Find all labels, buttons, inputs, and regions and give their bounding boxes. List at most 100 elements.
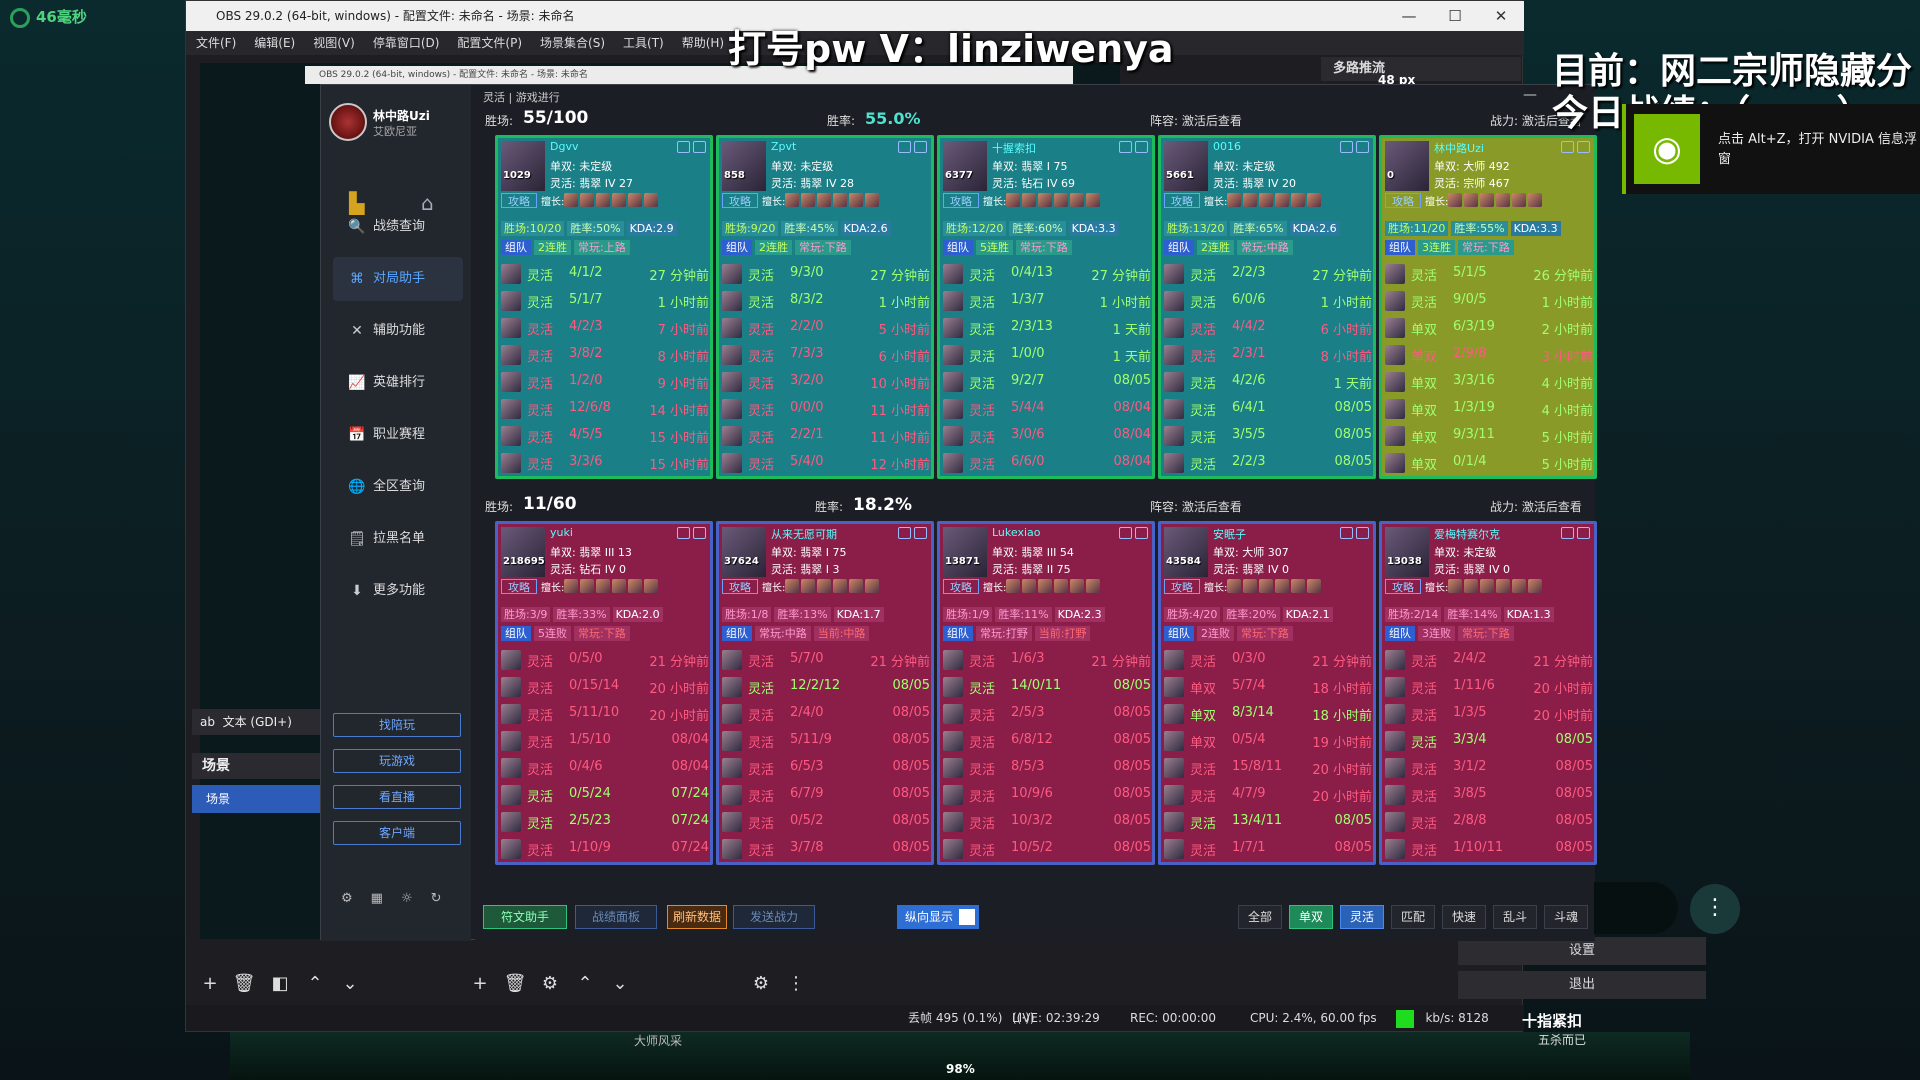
strategy-button[interactable]: 攻略 bbox=[1385, 579, 1421, 594]
list-item[interactable]: 灵活 6/6/0 08/04 bbox=[943, 449, 1152, 476]
player-name[interactable]: Zpvt bbox=[771, 140, 796, 153]
copy-icon[interactable] bbox=[1561, 141, 1574, 153]
list-item[interactable]: 灵活 1/7/1 08/05 bbox=[1164, 835, 1373, 862]
list-item[interactable]: 灵活 2/2/3 27 分钟前 bbox=[1164, 260, 1373, 287]
mode-filter-3[interactable]: 匹配 bbox=[1391, 905, 1435, 929]
list-item[interactable]: 灵活 3/5/5 08/05 bbox=[1164, 422, 1373, 449]
list-item[interactable]: 灵活 4/2/6 1 天前 bbox=[1164, 368, 1373, 395]
list-item[interactable]: 灵活 3/3/6 15 小时前 bbox=[501, 449, 710, 476]
list-item[interactable]: 灵活 1/10/11 08/05 bbox=[1385, 835, 1594, 862]
copy-icon[interactable] bbox=[898, 141, 911, 153]
list-item[interactable]: 灵活 10/5/2 08/05 bbox=[943, 835, 1152, 862]
list-item[interactable]: 灵活 6/7/9 08/05 bbox=[722, 781, 931, 808]
strategy-button[interactable]: 攻略 bbox=[1164, 579, 1200, 594]
maximize-button[interactable]: ☐ bbox=[1432, 1, 1478, 31]
list-item[interactable]: 单双 2/9/8 3 小时前 bbox=[1385, 341, 1594, 368]
list-item[interactable]: 灵活 3/0/6 08/04 bbox=[943, 422, 1152, 449]
detail-icon[interactable] bbox=[1135, 141, 1148, 153]
player-name[interactable]: 0016 bbox=[1213, 140, 1241, 153]
mode-filter-5[interactable]: 乱斗 bbox=[1493, 905, 1537, 929]
sidebar-item[interactable]: ⌘ 对局助手 bbox=[333, 257, 463, 301]
list-item[interactable]: 灵活 2/2/1 11 小时前 bbox=[722, 422, 931, 449]
add-source-button[interactable]: + bbox=[466, 973, 494, 997]
footer-button[interactable]: 发送战力 bbox=[733, 905, 815, 929]
list-item[interactable]: 灵活 0/5/2 08/05 bbox=[722, 808, 931, 835]
list-item[interactable]: 灵活 5/1/7 1 小时前 bbox=[501, 287, 710, 314]
list-item[interactable]: 灵活 13/4/11 08/05 bbox=[1164, 808, 1373, 835]
menu-item[interactable]: 编辑(E) bbox=[254, 31, 295, 55]
source-item[interactable]: ab 文本 (GDI+) bbox=[192, 709, 322, 735]
list-item[interactable]: 灵活 6/0/6 1 小时前 bbox=[1164, 287, 1373, 314]
detail-icon[interactable] bbox=[914, 527, 927, 539]
list-item[interactable]: 灵活 4/2/3 7 小时前 bbox=[501, 314, 710, 341]
list-item[interactable]: 灵活 1/5/10 08/04 bbox=[501, 727, 710, 754]
list-item[interactable]: 灵活 8/3/2 1 小时前 bbox=[722, 287, 931, 314]
strategy-button[interactable]: 攻略 bbox=[501, 193, 537, 208]
source-settings-icon[interactable]: ⚙ bbox=[536, 973, 564, 997]
list-item[interactable]: 灵活 5/11/9 08/05 bbox=[722, 727, 931, 754]
list-item[interactable]: 灵活 6/5/3 08/05 bbox=[722, 754, 931, 781]
menu-item[interactable]: 工具(T) bbox=[623, 31, 664, 55]
list-item[interactable]: 单双 0/5/4 19 小时前 bbox=[1164, 727, 1373, 754]
list-item[interactable]: 单双 5/7/4 18 小时前 bbox=[1164, 673, 1373, 700]
list-item[interactable]: 灵活 1/6/3 21 分钟前 bbox=[943, 646, 1152, 673]
list-item[interactable]: 灵活 0/0/0 11 小时前 bbox=[722, 395, 931, 422]
player-card[interactable]: 6377 十握索扣 单双: 翡翠 I 75 灵活: 钻石 IV 69 攻略 擅长: 胜场:1… bbox=[937, 135, 1155, 479]
list-item[interactable]: 单双 9/3/11 5 小时前 bbox=[1385, 422, 1594, 449]
footer-button[interactable]: 战绩面板 bbox=[575, 905, 657, 929]
list-item[interactable]: 灵活 7/3/3 6 小时前 bbox=[722, 341, 931, 368]
mode-filter-1[interactable]: 单双 bbox=[1289, 905, 1333, 929]
list-item[interactable]: 灵活 3/8/5 08/05 bbox=[1385, 781, 1594, 808]
mode-filter-4[interactable]: 快速 bbox=[1442, 905, 1486, 929]
obs-settings-button[interactable]: 设置 bbox=[1458, 937, 1706, 965]
sidebar-item[interactable]: ✕ 辅助功能 bbox=[333, 309, 463, 353]
app-minimize-button[interactable]: — bbox=[1523, 87, 1537, 103]
list-item[interactable]: 灵活 3/1/2 08/05 bbox=[1385, 754, 1594, 781]
detail-icon[interactable] bbox=[693, 527, 706, 539]
scene-item[interactable]: 场景 bbox=[192, 785, 322, 813]
grid-icon[interactable]: ▦ bbox=[371, 891, 383, 911]
list-item[interactable]: 灵活 1/2/0 9 小时前 bbox=[501, 368, 710, 395]
mixer-menu-icon[interactable]: ⋮ bbox=[782, 973, 810, 997]
list-item[interactable]: 单双 0/1/4 5 小时前 bbox=[1385, 449, 1594, 476]
menu-item[interactable]: 停靠窗口(D) bbox=[373, 31, 440, 55]
obs-exit-button[interactable]: 退出 bbox=[1458, 971, 1706, 999]
sidebar-item[interactable]: 📅 职业赛程 bbox=[333, 413, 463, 457]
side-button[interactable]: 找陪玩 bbox=[333, 713, 461, 737]
player-card[interactable]: 13038 爱梅特赛尔克 单双: 未定级 灵活: 翡翠 IV 0 攻略 擅长: 胜场:2/1… bbox=[1379, 521, 1597, 865]
menu-item[interactable]: 帮助(H) bbox=[682, 31, 724, 55]
list-item[interactable]: 灵活 0/5/0 21 分钟前 bbox=[501, 646, 710, 673]
list-item[interactable]: 单双 8/3/14 18 小时前 bbox=[1164, 700, 1373, 727]
sidebar-item[interactable]: ⬇ 更多功能 bbox=[333, 569, 463, 613]
player-card[interactable]: 858 Zpvt 单双: 未定级 灵活: 翡翠 IV 28 攻略 擅长: 胜场:9/20 胜率… bbox=[716, 135, 934, 479]
side-button[interactable]: 玩游戏 bbox=[333, 749, 461, 773]
list-item[interactable]: 灵活 5/4/0 12 小时前 bbox=[722, 449, 931, 476]
player-name[interactable]: 爱梅特赛尔克 bbox=[1434, 526, 1500, 542]
list-item[interactable]: 灵活 5/7/0 21 分钟前 bbox=[722, 646, 931, 673]
detail-icon[interactable] bbox=[1577, 141, 1590, 153]
theme-icon[interactable]: ☼ bbox=[401, 891, 413, 911]
list-item[interactable]: 灵活 2/3/1 8 小时前 bbox=[1164, 341, 1373, 368]
list-item[interactable]: 灵活 0/4/6 08/04 bbox=[501, 754, 710, 781]
footer-button[interactable]: 刷新数据 bbox=[667, 905, 727, 929]
list-item[interactable]: 灵活 1/3/5 20 小时前 bbox=[1385, 700, 1594, 727]
player-name[interactable]: 从来无愿可期 bbox=[771, 526, 837, 542]
player-name[interactable]: yuki bbox=[550, 526, 573, 539]
player-name[interactable]: Lukexiao bbox=[992, 526, 1041, 539]
menu-item[interactable]: 配置文件(P) bbox=[457, 31, 522, 55]
strategy-button[interactable]: 攻略 bbox=[1385, 193, 1421, 208]
mode-filter-6[interactable]: 斗魂 bbox=[1544, 905, 1588, 929]
copy-icon[interactable] bbox=[1340, 527, 1353, 539]
strategy-button[interactable]: 攻略 bbox=[501, 579, 537, 594]
list-item[interactable]: 灵活 5/11/10 20 小时前 bbox=[501, 700, 710, 727]
list-item[interactable]: 灵活 1/10/9 07/24 bbox=[501, 835, 710, 862]
list-item[interactable]: 灵活 2/3/13 1 天前 bbox=[943, 314, 1152, 341]
side-button[interactable]: 客户端 bbox=[333, 821, 461, 845]
list-item[interactable]: 灵活 9/0/5 1 小时前 bbox=[1385, 287, 1594, 314]
refresh-icon[interactable]: ↻ bbox=[431, 891, 442, 911]
player-card[interactable]: 218695 yuki 单双: 翡翠 III 13 灵活: 钻石 IV 0 攻略 擅长: 胜… bbox=[495, 521, 713, 865]
delete-source-button[interactable]: 🗑 bbox=[501, 973, 529, 997]
scene-filter-button[interactable]: ◧ bbox=[266, 973, 294, 997]
player-card[interactable]: 13871 Lukexiao 单双: 翡翠 III 54 灵活: 翡翠 II 75 攻略… bbox=[937, 521, 1155, 865]
move-down-button[interactable]: ⌄ bbox=[336, 973, 364, 997]
